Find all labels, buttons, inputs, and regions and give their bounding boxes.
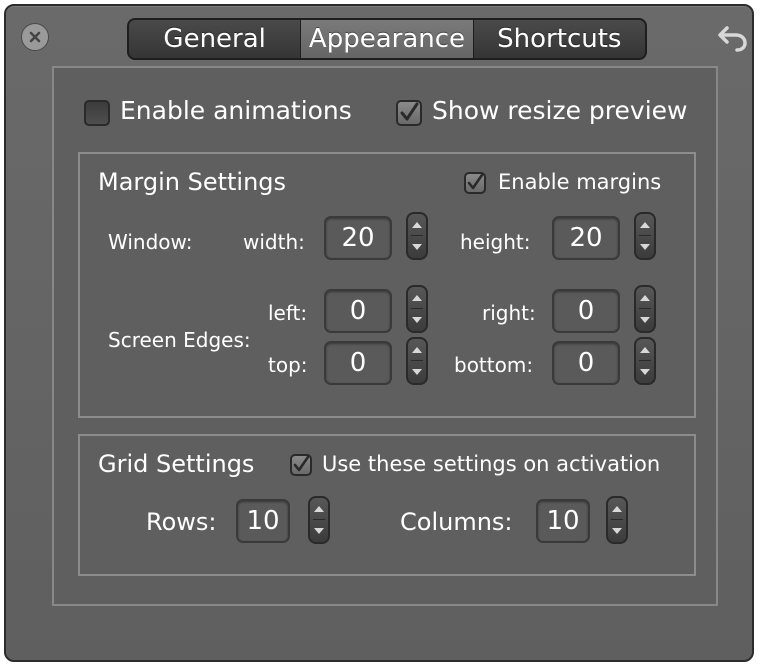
rows-stepper[interactable] [308, 496, 330, 544]
arrow-down-icon [412, 244, 422, 250]
undo-button[interactable] [718, 24, 750, 52]
width-stepper[interactable] [406, 212, 428, 260]
close-button[interactable] [21, 23, 49, 51]
arrow-up-icon [640, 295, 650, 301]
enable-margins-label: Enable margins [498, 170, 662, 194]
height-stepper[interactable] [634, 212, 656, 260]
bottom-stepper[interactable] [634, 337, 656, 385]
grid-settings-title: Grid Settings [98, 450, 255, 478]
height-field[interactable]: 20 [552, 216, 620, 260]
checkmark-icon [400, 102, 419, 121]
width-label: width: [243, 230, 305, 254]
width-field[interactable]: 20 [324, 216, 392, 260]
top-stepper[interactable] [406, 337, 428, 385]
window-label: Window: [108, 230, 193, 254]
arrow-down-icon [640, 369, 650, 375]
arrow-up-icon [314, 506, 324, 512]
rows-field[interactable]: 10 [236, 499, 290, 543]
rows-label: Rows: [146, 508, 217, 536]
appearance-panel: Enable animations Show resize preview Ma… [52, 66, 718, 606]
tab-appearance[interactable]: Appearance [301, 20, 474, 58]
undo-icon [718, 26, 747, 52]
use-on-activation-checkbox[interactable] [290, 454, 312, 476]
left-label: left: [268, 301, 308, 325]
height-label: height: [460, 230, 531, 254]
checkmark-icon [467, 174, 484, 190]
checkmark-icon [293, 456, 310, 472]
show-resize-preview-checkbox[interactable] [396, 100, 422, 126]
close-icon [29, 31, 41, 43]
right-label: right: [482, 301, 536, 325]
top-field[interactable]: 0 [324, 341, 392, 385]
tab-shortcuts[interactable]: Shortcuts [474, 20, 645, 58]
left-stepper[interactable] [406, 285, 428, 333]
arrow-up-icon [640, 222, 650, 228]
bottom-field[interactable]: 0 [552, 341, 620, 385]
arrow-down-icon [412, 317, 422, 323]
arrow-down-icon [640, 244, 650, 250]
margin-settings-title: Margin Settings [98, 168, 287, 196]
tab-general[interactable]: General [129, 20, 302, 58]
grid-settings-group: Grid Settings Use these settings on acti… [78, 434, 696, 576]
enable-animations-checkbox[interactable] [84, 100, 110, 126]
arrow-down-icon [412, 369, 422, 375]
arrow-up-icon [640, 347, 650, 353]
arrow-up-icon [412, 222, 422, 228]
columns-field[interactable]: 10 [536, 499, 590, 543]
screen-edges-label: Screen Edges: [108, 328, 251, 352]
arrow-up-icon [412, 347, 422, 353]
show-resize-preview-label: Show resize preview [432, 96, 688, 125]
arrow-down-icon [314, 528, 324, 534]
arrow-up-icon [612, 506, 622, 512]
left-field[interactable]: 0 [324, 289, 392, 333]
arrow-down-icon [640, 317, 650, 323]
arrow-down-icon [612, 528, 622, 534]
use-on-activation-label: Use these settings on activation [322, 452, 661, 476]
top-label: top: [268, 353, 308, 377]
enable-animations-label: Enable animations [120, 96, 352, 125]
enable-margins-checkbox[interactable] [464, 172, 486, 194]
tab-bar: General Appearance Shortcuts [127, 18, 647, 60]
columns-label: Columns: [400, 508, 513, 536]
right-field[interactable]: 0 [552, 289, 620, 333]
right-stepper[interactable] [634, 285, 656, 333]
arrow-up-icon [412, 295, 422, 301]
preferences-window: General Appearance Shortcuts Enable anim… [4, 4, 754, 662]
margin-settings-group: Margin Settings Enable margins Window: w… [78, 152, 696, 418]
columns-stepper[interactable] [606, 496, 628, 544]
bottom-label: bottom: [454, 353, 534, 377]
